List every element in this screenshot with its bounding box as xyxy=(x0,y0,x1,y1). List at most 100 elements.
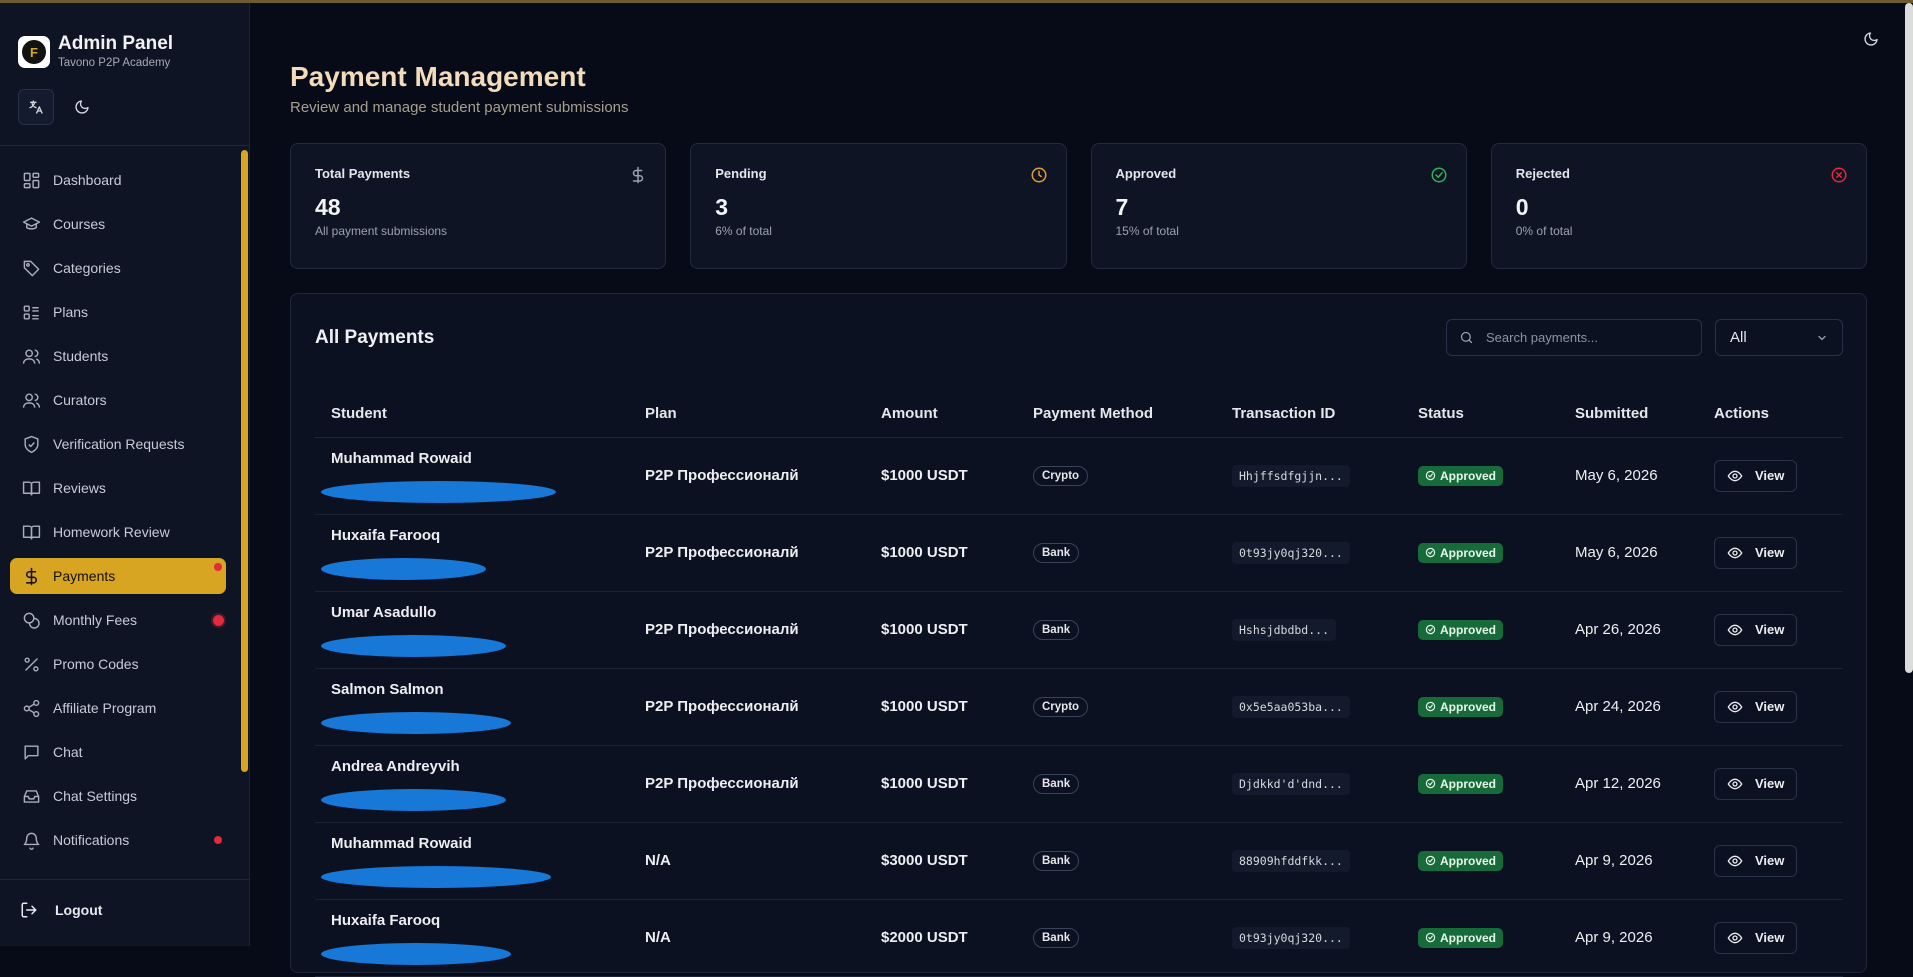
transaction-id: 0t93jy0qj320... xyxy=(1232,541,1350,564)
search-input[interactable] xyxy=(1486,330,1686,345)
submitted-date: Apr 9, 2026 xyxy=(1575,929,1653,946)
theme-toggle-button[interactable] xyxy=(1859,27,1883,51)
brand-title: Admin Panel xyxy=(58,33,174,54)
view-button[interactable]: View xyxy=(1714,844,1798,877)
sidebar-item-homework-review[interactable]: Homework Review xyxy=(10,514,226,550)
logout-button[interactable]: Logout xyxy=(20,901,102,919)
share-icon xyxy=(23,699,40,717)
sidebar-item-affiliate-program[interactable]: Affiliate Program xyxy=(10,690,226,726)
transaction-id: 0x5e5aa053ba... xyxy=(1232,695,1350,718)
stat-value: 7 xyxy=(1115,194,1129,220)
transaction-id: 0t93jy0qj320... xyxy=(1232,926,1350,949)
column-header-student[interactable]: Student xyxy=(315,390,629,438)
stat-label: Total Payments xyxy=(315,166,411,181)
book-open-icon xyxy=(22,524,41,540)
table-row[interactable]: Muhammad Rowaid P2P Профессионалй $1000 US… xyxy=(315,437,1843,515)
brand[interactable]: F Admin Panel Tavono P2P Academy xyxy=(18,33,173,71)
cell-amount: $1000 USDT xyxy=(865,668,1017,746)
column-header-plan[interactable]: Plan xyxy=(629,390,865,438)
dollar-icon xyxy=(25,567,37,585)
sidebar-item-curators[interactable]: Curators xyxy=(10,382,226,418)
cell-actions: View xyxy=(1698,514,1843,592)
check-circle-icon xyxy=(1425,701,1436,712)
sidebar-divider xyxy=(0,145,250,146)
transaction-id: 88909hfddfkk... xyxy=(1232,849,1350,872)
table-row[interactable]: Umar Asadullo P2P Профессионалй $1000 USDT… xyxy=(315,591,1843,669)
cell-submitted: May 6, 2026 xyxy=(1559,514,1698,592)
view-button[interactable]: View xyxy=(1714,613,1798,646)
cell-actions: View xyxy=(1698,899,1843,977)
stat-value: 3 xyxy=(715,194,729,220)
sidebar-item-label: Courses xyxy=(53,216,106,232)
sidebar-item-label: Chat xyxy=(53,744,83,760)
sidebar-item-students[interactable]: Students xyxy=(10,338,226,374)
check-circle-icon xyxy=(1425,855,1436,866)
sidebar-item-label: Chat Settings xyxy=(53,788,138,804)
brand-subtitle: Tavono P2P Academy xyxy=(58,57,171,69)
payment-method-badge: Crypto xyxy=(1033,696,1089,717)
cell-amount: $1000 USDT xyxy=(865,437,1017,515)
cell-actions: View xyxy=(1698,822,1843,900)
view-button[interactable]: View xyxy=(1714,767,1798,800)
cell-status: Approved xyxy=(1402,514,1559,592)
sidebar-item-reviews[interactable]: Reviews xyxy=(10,470,226,506)
sidebar-item-verification-requests[interactable]: Verification Requests xyxy=(10,426,226,462)
student-name: Andrea Andreyvih xyxy=(331,758,460,775)
cell-plan: P2P Профессионалй xyxy=(629,745,865,823)
sidebar-item-payments[interactable]: Payments xyxy=(10,558,226,594)
page-title: Payment Management xyxy=(290,61,586,92)
redaction-mark xyxy=(321,481,556,503)
table-row[interactable]: Huxaifa Farooq N/A $2000 USDT Bank 0t93jy0qj… xyxy=(315,899,1843,977)
cell-transaction-id: 88909hfddfkk... xyxy=(1216,822,1402,900)
submitted-date: Apr 24, 2026 xyxy=(1575,698,1661,715)
table-row[interactable]: Muhammad Rowaid N/A $3000 USDT Bank 88909hfd… xyxy=(315,822,1843,900)
sidebar-item-plans[interactable]: Plans xyxy=(10,294,226,330)
cell-amount: $1000 USDT xyxy=(865,745,1017,823)
moon-icon xyxy=(75,100,89,114)
sidebar-item-dashboard[interactable]: Dashboard xyxy=(10,162,226,198)
cell-status: Approved xyxy=(1402,668,1559,746)
sidebar-item-label: Reviews xyxy=(53,480,106,496)
cell-transaction-id: Hhjffsdfgjjn... xyxy=(1216,437,1402,515)
sidebar-item-categories[interactable]: Categories xyxy=(10,250,226,286)
table-row[interactable]: Andrea Andreyvih P2P Профессионалй $1000 U… xyxy=(315,745,1843,823)
cell-student: Muhammad Rowaid xyxy=(315,437,629,515)
sidebar-item-notifications[interactable]: Notifications xyxy=(10,822,226,858)
view-button[interactable]: View xyxy=(1714,536,1798,569)
notification-dot xyxy=(214,836,222,844)
table-row[interactable]: Salmon Salmon P2P Профессионалй $1000 USDT… xyxy=(315,668,1843,746)
language-button[interactable] xyxy=(18,89,54,125)
view-button[interactable]: View xyxy=(1714,690,1798,723)
view-button[interactable]: View xyxy=(1714,459,1798,492)
view-button[interactable]: View xyxy=(1714,921,1798,954)
sidebar-item-promo-codes[interactable]: Promo Codes xyxy=(10,646,226,682)
sidebar-item-monthly-fees[interactable]: Monthly Fees xyxy=(10,602,226,638)
sidebar-item-chat[interactable]: Chat xyxy=(10,734,226,770)
sidebar-item-label: Plans xyxy=(53,304,89,320)
sidebar-item-label: Payments xyxy=(53,568,116,584)
student-name: Muhammad Rowaid xyxy=(331,450,472,467)
column-header-amount[interactable]: Amount xyxy=(865,390,1017,438)
amount-value: $3000 USDT xyxy=(881,852,968,869)
users-icon xyxy=(22,348,41,364)
sidebar-scrollbar[interactable] xyxy=(241,150,248,772)
plan-name: P2P Профессионалй xyxy=(645,621,799,638)
sidebar-item-chat-settings[interactable]: Chat Settings xyxy=(10,778,226,814)
inbox-icon xyxy=(23,789,40,803)
status-label: Approved xyxy=(1440,853,1497,868)
status-filter-select[interactable]: All xyxy=(1715,319,1843,356)
column-header-payment-method[interactable]: Payment Method xyxy=(1017,390,1216,438)
cell-method: Bank xyxy=(1017,899,1216,977)
stat-note: 15% of total xyxy=(1115,224,1179,238)
table-row[interactable]: Huxaifa Farooq P2P Профессионалй $1000 USD… xyxy=(315,514,1843,592)
sidebar-item-courses[interactable]: Courses xyxy=(10,206,226,242)
page-scrollbar[interactable] xyxy=(1905,3,1913,673)
view-label: View xyxy=(1755,930,1785,945)
book-open-icon xyxy=(22,480,41,496)
sidebar-item-label: Curators xyxy=(53,392,107,408)
column-header-status[interactable]: Status xyxy=(1402,390,1559,438)
column-header-submitted[interactable]: Submitted xyxy=(1559,390,1698,438)
column-header-transaction-id[interactable]: Transaction ID xyxy=(1216,390,1402,438)
sidebar-theme-button[interactable] xyxy=(64,89,100,125)
graduation-cap-icon xyxy=(22,216,41,230)
